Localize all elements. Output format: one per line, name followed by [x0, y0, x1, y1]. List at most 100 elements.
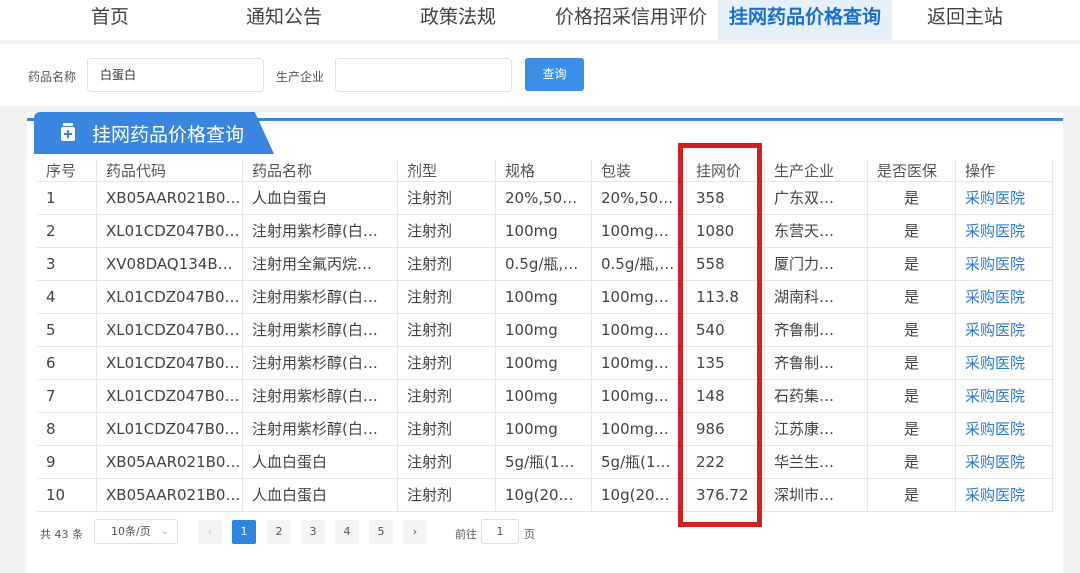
cell-spec: 100mg — [496, 281, 592, 313]
cell-dosage-form: 注射剂 — [398, 446, 496, 478]
cell-spec: 5g/瓶(1… — [496, 446, 592, 478]
total-count: 共 43 条 — [40, 528, 83, 541]
header-col-dosage-form: 剂型 — [398, 160, 496, 181]
nav-item-credit-evaluation[interactable]: 价格招采信用评价 — [548, 0, 714, 40]
cell-spec: 20%,50… — [496, 182, 592, 214]
cell-package: 100mg… — [592, 281, 687, 313]
cell-package: 20%,50… — [592, 182, 687, 214]
purchase-hospital-link[interactable]: 采购医院 — [956, 446, 1053, 478]
next-page-button[interactable]: › — [403, 520, 427, 544]
goto-page-input[interactable]: 1 — [481, 519, 519, 544]
cell-seq: 1 — [37, 182, 97, 214]
cell-insurance: 是 — [868, 215, 956, 247]
table-row: 7 XL01CDZ047B0… 注射用紫杉醇(白… 注射剂 100mg 100mg… 148… — [37, 380, 1053, 413]
table-row: 10 XB05AAR021B0… 人血白蛋白 注射剂 10g(20… 10g(20… 376… — [37, 479, 1053, 512]
cell-insurance: 是 — [868, 248, 956, 280]
cell-insurance: 是 — [868, 446, 956, 478]
page-button-1[interactable]: 1 — [232, 520, 256, 544]
cell-manufacturer: 东营天… — [765, 215, 868, 247]
cell-insurance: 是 — [868, 413, 956, 445]
cell-package: 100mg… — [592, 314, 687, 346]
cell-drug-name: 注射用全氟丙烷… — [243, 248, 398, 280]
chevron-down-icon: ⌄ — [160, 526, 169, 537]
drug-name-input[interactable]: 白蛋白 — [87, 58, 264, 92]
nav-item-price-query[interactable]: 挂网药品价格查询 — [718, 0, 892, 40]
cell-package: 100mg… — [592, 380, 687, 412]
cell-spec: 100mg — [496, 347, 592, 379]
results-panel: 挂网药品价格查询 序号 药品代码 药品名称 剂型 规格 包装 挂网价 生产企业 是否医保 操作 1… — [27, 112, 1063, 573]
header-col-insurance: 是否医保 — [868, 160, 956, 181]
nav-item-back-main[interactable]: 返回主站 — [916, 0, 1014, 40]
manufacturer-label: 生产企业 — [276, 70, 325, 84]
cell-seq: 7 — [37, 380, 97, 412]
cell-package: 100mg… — [592, 347, 687, 379]
cell-package: 5g/瓶(1… — [592, 446, 687, 478]
cell-seq: 6 — [37, 347, 97, 379]
cell-manufacturer: 齐鲁制… — [765, 314, 868, 346]
drug-name-label: 药品名称 — [28, 70, 77, 84]
header-col-manufacturer: 生产企业 — [765, 160, 868, 181]
cell-package: 100mg… — [592, 215, 687, 247]
table-row: 4 XL01CDZ047B0… 注射用紫杉醇(白… 注射剂 100mg 100mg… 113… — [37, 281, 1053, 314]
cell-seq: 5 — [37, 314, 97, 346]
panel-title: 挂网药品价格查询 — [92, 124, 245, 146]
cell-manufacturer: 齐鲁制… — [765, 347, 868, 379]
medicine-bottle-icon — [61, 123, 75, 141]
nav-item-home[interactable]: 首页 — [58, 0, 162, 40]
manufacturer-input[interactable] — [335, 58, 512, 92]
cell-spec: 10g(20… — [496, 479, 592, 511]
table-row: 3 XV08DAQ134B0… 注射用全氟丙烷… 注射剂 0.5g/瓶,… 0.5g/瓶,… — [37, 248, 1053, 281]
cell-drug-code: XL01CDZ047B0… — [97, 413, 243, 445]
page-button-4[interactable]: 4 — [335, 520, 359, 544]
price-column-highlight — [678, 143, 762, 527]
cell-spec: 100mg — [496, 413, 592, 445]
cell-insurance: 是 — [868, 479, 956, 511]
purchase-hospital-link[interactable]: 采购医院 — [956, 347, 1053, 379]
prev-page-button[interactable]: ‹ — [198, 520, 222, 544]
cell-seq: 3 — [37, 248, 97, 280]
page-button-2[interactable]: 2 — [267, 520, 291, 544]
purchase-hospital-link[interactable]: 采购医院 — [956, 281, 1053, 313]
page-size-select[interactable]: 10条/页 ⌄ — [94, 519, 178, 544]
cell-spec: 0.5g/瓶,… — [496, 248, 592, 280]
header-col-drug-name: 药品名称 — [243, 160, 398, 181]
cell-insurance: 是 — [868, 314, 956, 346]
cell-seq: 9 — [37, 446, 97, 478]
purchase-hospital-link[interactable]: 采购医院 — [956, 215, 1053, 247]
cell-insurance: 是 — [868, 347, 956, 379]
cell-dosage-form: 注射剂 — [398, 248, 496, 280]
page-suffix-label: 页 — [524, 528, 535, 541]
header-col-package: 包装 — [592, 160, 687, 181]
nav-item-policies[interactable]: 政策法规 — [400, 0, 516, 40]
purchase-hospital-link[interactable]: 采购医院 — [956, 182, 1053, 214]
purchase-hospital-link[interactable]: 采购医院 — [956, 413, 1053, 445]
cell-seq: 2 — [37, 215, 97, 247]
search-bar: 药品名称 白蛋白 生产企业 查询 — [0, 44, 1080, 106]
cell-drug-code: XL01CDZ047B0… — [97, 281, 243, 313]
search-button[interactable]: 查询 — [525, 58, 584, 91]
cell-spec: 100mg — [496, 314, 592, 346]
table-row: 6 XL01CDZ047B0… 注射用紫杉醇(白… 注射剂 100mg 100mg… 135… — [37, 347, 1053, 380]
purchase-hospital-link[interactable]: 采购医院 — [956, 380, 1053, 412]
cell-insurance: 是 — [868, 380, 956, 412]
purchase-hospital-link[interactable]: 采购医院 — [956, 479, 1053, 511]
purchase-hospital-link[interactable]: 采购医院 — [956, 248, 1053, 280]
pagination: 共 43 条 10条/页 ⌄ ‹ 1 2 3 4 5 › 前往 1 页 — [0, 518, 1080, 548]
cell-insurance: 是 — [868, 281, 956, 313]
page-size-value: 10条/页 — [111, 525, 151, 538]
top-nav: 首页 通知公告 政策法规 价格招采信用评价 挂网药品价格查询 返回主站 — [0, 0, 1080, 40]
page-button-3[interactable]: 3 — [301, 520, 325, 544]
panel-title-tab: 挂网药品价格查询 — [34, 112, 274, 154]
cell-seq: 4 — [37, 281, 97, 313]
cell-drug-code: XL01CDZ047B0… — [97, 380, 243, 412]
cell-spec: 100mg — [496, 380, 592, 412]
goto-label: 前往 — [455, 528, 477, 541]
page-button-5[interactable]: 5 — [369, 520, 393, 544]
nav-item-notices[interactable]: 通知公告 — [226, 0, 342, 40]
cell-drug-code: XL01CDZ047B0… — [97, 314, 243, 346]
purchase-hospital-link[interactable]: 采购医院 — [956, 314, 1053, 346]
cell-manufacturer: 湖南科… — [765, 281, 868, 313]
cell-drug-name: 注射用紫杉醇(白… — [243, 380, 398, 412]
cell-package: 100mg… — [592, 413, 687, 445]
cell-dosage-form: 注射剂 — [398, 380, 496, 412]
